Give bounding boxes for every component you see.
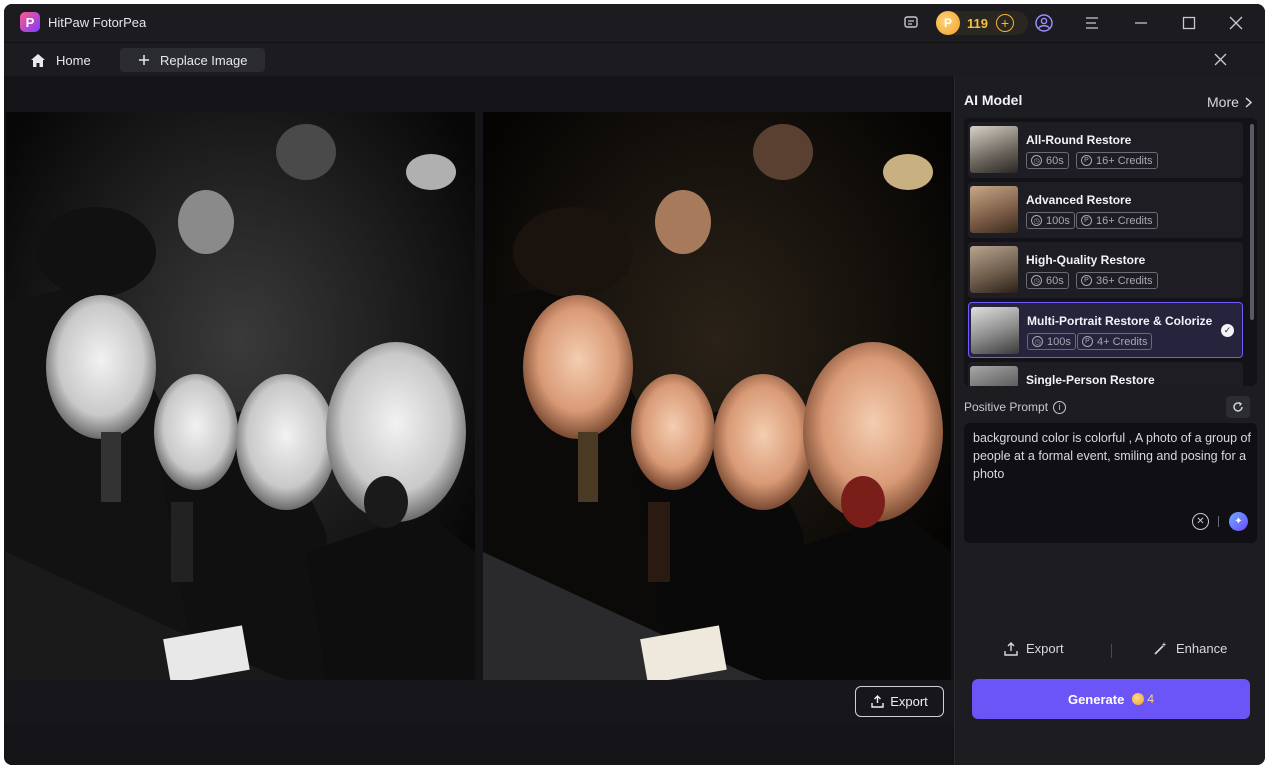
clock-icon: ◷ [1031,275,1042,286]
export-icon [1004,641,1018,656]
replace-image-button[interactable]: Replace Image [120,48,265,72]
clock-icon: ◷ [1032,336,1043,347]
model-thumbnail [970,126,1018,173]
canvas-footer [4,680,954,725]
clear-prompt-icon[interactable]: ✕ [1192,513,1209,530]
maximize-icon[interactable] [1178,12,1200,34]
right-panel: AI Model More All-Round Restore ◷ 60s P 16… [954,76,1265,765]
canvas-area: Export [4,76,954,765]
model-thumbnail [970,366,1018,386]
reset-prompt-button[interactable] [1226,396,1250,418]
time-chip: ◷ 100s [1027,333,1076,350]
credits-value: 16+ Credits [1096,214,1153,227]
canvas-export-label: Export [890,694,928,709]
time-value: 100s [1046,214,1070,227]
model-item-multi-portrait-restore-colorize[interactable]: Multi-Portrait Restore & Colorize ◷ 100s … [968,302,1243,358]
add-credits-icon[interactable]: + [995,14,1014,32]
credits-chip: P 4+ Credits [1077,333,1153,350]
restored-image[interactable] [483,112,951,680]
coin-outline-icon: P [1081,275,1092,286]
credits-chip: P 16+ Credits [1076,152,1158,169]
time-chip: ◷ 60s [1026,152,1069,169]
model-name: All-Round Restore [1026,133,1132,147]
title-bar: P HitPaw FotorPea P 119 + [4,4,1265,42]
prompt-label-text: Positive Prompt [964,400,1049,414]
app-logo: P [20,12,40,32]
refresh-icon [1233,401,1243,412]
prompt-text[interactable]: background color is colorful , A photo o… [973,429,1253,483]
app-window: P HitPaw FotorPea P 119 + Home Replace I… [4,4,1265,765]
ai-model-title: AI Model [964,92,1023,108]
credits-chip: P 16+ Credits [1076,212,1158,229]
positive-prompt-input[interactable]: background color is colorful , A photo o… [964,423,1257,543]
home-icon [31,53,45,67]
clock-icon: ◷ [1031,215,1042,226]
credits-value: 36+ Credits [1096,274,1153,287]
generate-cost-value: 4 [1147,692,1155,706]
model-thumbnail [971,307,1019,354]
time-value: 60s [1046,274,1064,287]
model-item-all-round-restore[interactable]: All-Round Restore ◷ 60s P 16+ Credits [968,122,1243,178]
time-chip: ◷ 100s [1026,212,1075,229]
model-item-high-quality-restore[interactable]: High-Quality Restore ◷ 60s P 36+ Credits [968,242,1243,298]
more-label: More [1207,94,1239,110]
menu-icon[interactable] [1081,12,1103,34]
tab-bar: Home Replace Image [4,42,1265,76]
enhance-label: Enhance [1176,641,1228,656]
model-name: Advanced Restore [1026,193,1132,207]
model-thumbnail [970,246,1018,293]
message-icon[interactable] [900,12,922,34]
coin-outline-icon: P [1081,215,1092,226]
more-models-link[interactable]: More [1207,94,1252,110]
plus-icon [139,55,149,65]
minimize-icon[interactable] [1130,12,1152,34]
model-list-scrollbar[interactable] [1250,124,1254,320]
model-list[interactable]: All-Round Restore ◷ 60s P 16+ Credits Adva… [964,118,1257,386]
model-item-single-person-restore[interactable]: Single-Person Restore [968,362,1243,386]
positive-prompt-label: Positive Prompt i [964,400,1067,414]
generate-cost: 4 [1132,692,1154,706]
action-divider [1111,644,1112,658]
panel-export-label: Export [1026,641,1064,656]
magic-wand-icon [1154,642,1167,655]
generate-button[interactable]: Generate 4 [972,679,1250,719]
original-image[interactable] [6,112,475,680]
credits-value: 4+ Credits [1097,335,1148,348]
canvas-export-button[interactable]: Export [855,686,944,717]
coin-outline-icon: P [1081,155,1092,166]
tab-home-label: Home [56,52,91,68]
credits-chip: P 36+ Credits [1076,272,1158,289]
replace-image-label: Replace Image [160,52,248,68]
tab-home[interactable]: Home [30,49,91,71]
selected-check-icon: ✓ [1221,324,1234,337]
info-icon[interactable]: i [1053,400,1067,414]
model-name: Single-Person Restore [1026,373,1155,386]
coin-icon: P [936,11,960,35]
credits-count: 119 [967,15,988,31]
model-item-advanced-restore[interactable]: Advanced Restore ◷ 100s P 16+ Credits [968,182,1243,238]
enhance-button[interactable]: Enhance [1153,641,1227,656]
app-title: HitPaw FotorPea [48,15,147,30]
time-value: 60s [1046,154,1064,167]
model-thumbnail [970,186,1018,233]
divider [1218,516,1219,527]
credits-value: 16+ Credits [1096,154,1153,167]
credits-pill[interactable]: P 119 + [936,11,1028,35]
coin-outline-icon: P [1082,336,1093,347]
chevron-right-icon [1245,96,1252,108]
coin-icon [1132,693,1145,705]
close-tab-icon[interactable] [1214,50,1227,71]
ai-prompt-icon[interactable]: ✦ [1229,512,1248,531]
generate-label: Generate [1067,691,1125,707]
model-name: Multi-Portrait Restore & Colorize [1027,314,1213,328]
close-icon[interactable] [1225,12,1247,34]
account-icon[interactable] [1033,12,1055,34]
time-value: 100s [1047,335,1071,348]
model-name: High-Quality Restore [1026,253,1146,267]
panel-export-button[interactable]: Export [1004,641,1064,656]
export-icon [871,695,884,708]
time-chip: ◷ 60s [1026,272,1069,289]
clock-icon: ◷ [1031,155,1042,166]
